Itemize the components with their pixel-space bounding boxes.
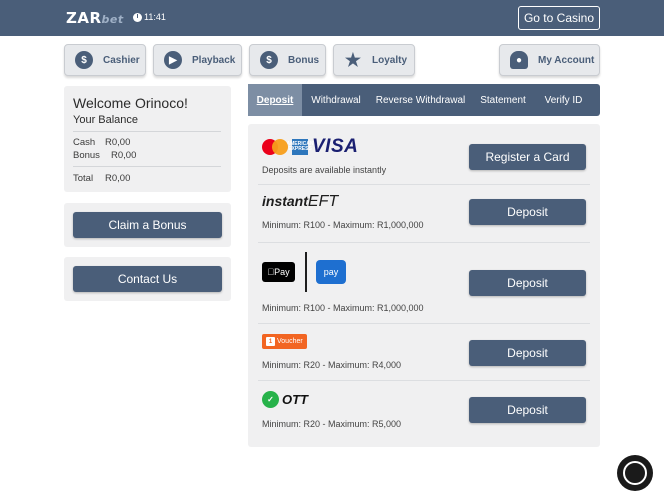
nav-loyalty-label: Loyalty [372,54,408,66]
total-label: Total [73,173,94,184]
apple-pay-label: Pay [270,267,290,277]
nav-my-account-button[interactable]: ● My Account [499,44,600,76]
bonus-row: Bonus R0,00 [73,150,136,161]
instant-eft-logo-b: EFT [307,193,339,210]
mastercard-icon [262,139,288,155]
nav-playback-button[interactable]: ▶ Playback [153,44,242,76]
cash-row: Cash R0,00 [73,137,130,148]
welcome-panel: Welcome Orinoco! Your Balance Cash R0,00… [64,86,231,192]
instant-eft-logo: instantEFT [262,193,338,211]
nav-bonus-label: Bonus [288,54,320,66]
cards-description: Deposits are available instantly [262,165,387,175]
tab-verify-id[interactable]: Verify ID [535,84,592,116]
playback-icon: ▶ [164,51,182,69]
claim-bonus-panel: Claim a Bonus [64,203,231,247]
zarbet-logo[interactable]: ZARbet [66,9,124,27]
divider [73,166,221,167]
nav-loyalty-button[interactable]: ★ Loyalty [333,44,415,76]
logo-sub: bet [101,13,124,26]
total-value: R0,00 [105,173,131,184]
list-item: Pay pay Minimum: R100 - Maximum: R1,000… [258,243,590,324]
go-to-casino-button[interactable]: Go to Casino [518,6,600,30]
headset-icon [623,461,647,485]
list-item: 1 Voucher Minimum: R20 - Maximum: R4,000… [258,324,590,381]
apple-pay-icon: Pay [262,262,295,282]
tab-statement[interactable]: Statement [471,84,535,116]
cash-value: R0,00 [105,137,131,148]
your-balance-label: Your Balance [73,114,139,126]
divider [73,131,221,132]
ott-deposit-button[interactable]: Deposit [469,397,586,423]
deposit-methods-list: AMERICAN EXPRESS VISA Deposits are avail… [248,124,600,447]
ott-icon: ✓ [262,391,279,408]
cashier-tabs: Deposit Withdrawal Reverse Withdrawal St… [248,84,600,116]
bonus-value: R0,00 [111,150,137,161]
instant-eft-logo-a: instant [262,193,308,209]
live-chat-button[interactable] [617,455,653,491]
user-icon: ● [510,51,528,69]
voucher-limits: Minimum: R20 - Maximum: R4,000 [262,360,402,370]
nav-my-account-label: My Account [538,54,595,66]
tab-deposit[interactable]: Deposit [248,84,302,116]
clock: 11:41 [133,12,166,22]
logo-main: ZAR [66,9,102,27]
wallet-deposit-button[interactable]: Deposit [469,270,586,296]
cash-label: Cash [73,137,96,148]
voucher-logo: 1 Voucher [262,334,307,349]
eft-limits: Minimum: R100 - Maximum: R1,000,000 [262,220,424,230]
ott-label: OTT [282,392,308,407]
ott-limits: Minimum: R20 - Maximum: R5,000 [262,419,402,429]
register-card-button[interactable]: Register a Card [469,144,586,170]
clock-time: 11:41 [144,12,166,22]
list-item: instantEFT Minimum: R100 - Maximum: R1,0… [258,185,590,243]
nav-cashier-button[interactable]: $ Cashier [64,44,146,76]
top-bar: ZARbet 11:41 Go to Casino [0,0,664,36]
eft-deposit-button[interactable]: Deposit [469,199,586,225]
welcome-title: Welcome Orinoco! [73,95,188,111]
voucher-deposit-button[interactable]: Deposit [469,340,586,366]
contact-panel: Contact Us [64,257,231,301]
amex-icon: AMERICAN EXPRESS [287,139,313,155]
visa-logo: VISA [312,136,359,157]
tab-withdrawal[interactable]: Withdrawal [302,84,370,116]
list-item: ✓ OTT Minimum: R20 - Maximum: R5,000 Dep… [258,381,590,441]
bonus-icon: $ [260,51,278,69]
star-icon: ★ [344,49,362,70]
contact-us-button[interactable]: Contact Us [73,266,222,292]
clock-icon [133,12,142,22]
claim-bonus-button[interactable]: Claim a Bonus [73,212,222,238]
list-item: AMERICAN EXPRESS VISA Deposits are avail… [258,130,590,185]
ott-logo: ✓ OTT [262,391,308,408]
samsung-pay-icon: pay [316,260,346,284]
voucher-label: Voucher [277,338,303,345]
wallet-limits: Minimum: R100 - Maximum: R1,000,000 [262,303,424,313]
nav-cashier-label: Cashier [103,54,140,66]
total-row: Total R0,00 [73,173,130,184]
tab-reverse-withdrawal[interactable]: Reverse Withdrawal [370,84,471,116]
nav-bonus-button[interactable]: $ Bonus [249,44,326,76]
voucher-badge: 1 [266,337,275,346]
nav-playback-label: Playback [192,54,236,66]
card-logos: AMERICAN EXPRESS VISA [262,136,358,158]
bonus-label: Bonus [73,150,100,161]
coins-icon: $ [75,51,93,69]
divider [305,252,307,292]
